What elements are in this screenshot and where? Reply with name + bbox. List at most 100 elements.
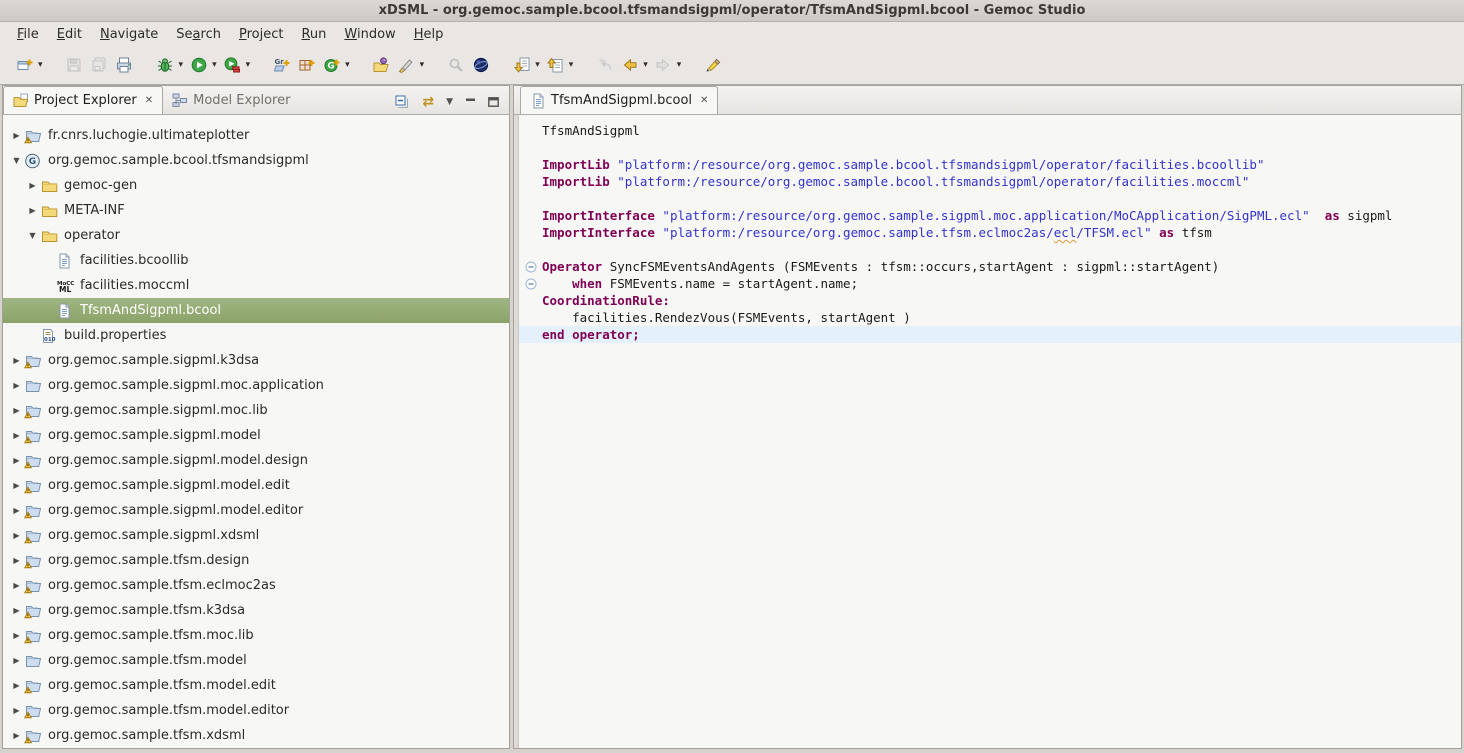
expander-collapsed-icon[interactable]: ▶	[9, 531, 24, 540]
expander-collapsed-icon[interactable]: ▶	[9, 356, 24, 365]
expander-collapsed-icon[interactable]: ▶	[9, 731, 24, 740]
back-dropdown-icon[interactable]: ▾	[643, 60, 648, 70]
debug-dropdown-icon[interactable]: ▾	[179, 60, 184, 70]
menu-navigate[interactable]: Navigate	[91, 25, 167, 44]
close-icon[interactable]: ✕	[145, 95, 153, 106]
maximize-icon[interactable]	[488, 97, 499, 107]
view-tab-project-explorer[interactable]: Project Explorer✕	[3, 86, 163, 114]
menu-search[interactable]: Search	[167, 25, 230, 44]
expander-collapsed-icon[interactable]: ▶	[25, 206, 40, 215]
expander-collapsed-icon[interactable]: ▶	[25, 181, 40, 190]
tree-item[interactable]: ▶org.gemoc.sample.tfsm.eclmoc2as	[3, 573, 509, 598]
expander-collapsed-icon[interactable]: ▶	[9, 631, 24, 640]
tree-item[interactable]: ▶gemoc-gen	[3, 173, 509, 198]
tree-item[interactable]: ▶org.gemoc.sample.sigpml.moc.lib	[3, 398, 509, 423]
previous-annotation-dropdown-icon[interactable]: ▾	[569, 60, 574, 70]
expander-collapsed-icon[interactable]: ▶	[9, 506, 24, 515]
editor-tab-tfsmandsigpml-bcool[interactable]: TfsmAndSigpml.bcool ✕	[520, 86, 718, 114]
tree-item[interactable]: ▶org.gemoc.sample.sigpml.xdsml	[3, 523, 509, 548]
code-line[interactable]: end operator;	[514, 326, 1461, 343]
code-line[interactable]: ImportInterface "platform:/resource/org.…	[514, 224, 1461, 241]
tree-item[interactable]: ▶org.gemoc.sample.sigpml.model.edit	[3, 473, 509, 498]
fold-collapse-icon[interactable]	[523, 258, 538, 275]
expander-collapsed-icon[interactable]: ▶	[9, 381, 24, 390]
code-line[interactable]: facilities.RendezVous(FSMEvents, startAg…	[514, 309, 1461, 326]
link-with-editor-icon[interactable]: ⇄	[422, 96, 434, 108]
print-button[interactable]	[112, 53, 137, 77]
menu-edit[interactable]: Edit	[48, 25, 91, 44]
expander-collapsed-icon[interactable]: ▶	[9, 431, 24, 440]
tree-item[interactable]: ▶org.gemoc.sample.sigpml.moc.application	[3, 373, 509, 398]
tree-item[interactable]: ▶fr.cnrs.luchogie.ultimateplotter	[3, 123, 509, 148]
new-gemoc-element-dropdown-icon[interactable]: ▾	[345, 60, 350, 70]
next-annotation-button[interactable]	[509, 53, 534, 77]
menu-help[interactable]: Help	[405, 25, 453, 44]
view-tab-model-explorer[interactable]: Model Explorer	[163, 86, 299, 114]
expander-expanded-icon[interactable]: ▼	[25, 231, 40, 240]
expander-collapsed-icon[interactable]: ▶	[9, 706, 24, 715]
tree-item[interactable]: ▶org.gemoc.sample.tfsm.model.editor	[3, 698, 509, 723]
expander-collapsed-icon[interactable]: ▶	[9, 456, 24, 465]
expander-collapsed-icon[interactable]: ▶	[9, 406, 24, 415]
tree-item[interactable]: ▼Gorg.gemoc.sample.bcool.tfsmandsigpml	[3, 148, 509, 173]
new-table-button[interactable]	[294, 53, 319, 77]
minimize-icon[interactable]	[465, 97, 476, 107]
open-model-button[interactable]	[369, 53, 394, 77]
code-line[interactable]: TfsmAndSigpml	[514, 122, 1461, 139]
debug-button[interactable]	[153, 53, 178, 77]
expander-collapsed-icon[interactable]: ▶	[9, 581, 24, 590]
run-dropdown-icon[interactable]: ▾	[212, 60, 217, 70]
menu-project[interactable]: Project	[230, 25, 293, 44]
tree-item[interactable]: ▶org.gemoc.sample.tfsm.k3dsa	[3, 598, 509, 623]
tree-item[interactable]: facilities.bcoollib	[3, 248, 509, 273]
tree-item[interactable]: ▶org.gemoc.sample.sigpml.model	[3, 423, 509, 448]
close-icon[interactable]: ✕	[700, 95, 708, 106]
tree-item[interactable]: ▶org.gemoc.sample.tfsm.design	[3, 548, 509, 573]
tree-item[interactable]: MoCCMLfacilities.moccml	[3, 273, 509, 298]
tree-item[interactable]: ▼operator	[3, 223, 509, 248]
window-titlebar[interactable]: xDSML - org.gemoc.sample.bcool.tfsmandsi…	[0, 0, 1464, 22]
menu-file[interactable]: File	[8, 25, 48, 44]
expander-collapsed-icon[interactable]: ▶	[9, 656, 24, 665]
previous-annotation-button[interactable]	[543, 53, 568, 77]
apply-style-button[interactable]	[394, 53, 419, 77]
menu-window[interactable]: Window	[335, 25, 404, 44]
tree-item[interactable]: ▶org.gemoc.sample.tfsm.model.edit	[3, 673, 509, 698]
tree-item[interactable]: TfsmAndSigpml.bcool	[3, 298, 509, 323]
tree-item[interactable]: ▶org.gemoc.sample.sigpml.model.editor	[3, 498, 509, 523]
expander-collapsed-icon[interactable]: ▶	[9, 556, 24, 565]
run-button[interactable]	[186, 53, 211, 77]
new-gemoc-element-button[interactable]: G	[319, 53, 344, 77]
menu-run[interactable]: Run	[292, 25, 335, 44]
code-line[interactable]: CoordinationRule:	[514, 292, 1461, 309]
expander-collapsed-icon[interactable]: ▶	[9, 481, 24, 490]
code-line[interactable]: Operator SyncFSMEventsAndAgents (FSMEven…	[514, 258, 1461, 275]
expander-collapsed-icon[interactable]: ▶	[9, 606, 24, 615]
external-tools-dropdown-icon[interactable]: ▾	[246, 60, 251, 70]
code-line[interactable]: when FSMEvents.name = startAgent.name;	[514, 275, 1461, 292]
code-line[interactable]: ImportInterface "platform:/resource/org.…	[514, 207, 1461, 224]
tree-item[interactable]: ▶org.gemoc.sample.tfsm.xdsml	[3, 723, 509, 748]
tree-item[interactable]: ▶org.gemoc.sample.sigpml.model.design	[3, 448, 509, 473]
tree-item[interactable]: ▶org.gemoc.sample.tfsm.model	[3, 648, 509, 673]
mark-occurrences-button[interactable]	[700, 53, 725, 77]
new-wizard-dropdown-icon[interactable]: ▾	[38, 60, 43, 70]
expander-collapsed-icon[interactable]: ▶	[9, 131, 24, 140]
tree-item[interactable]: ▶org.gemoc.sample.tfsm.moc.lib	[3, 623, 509, 648]
code-line[interactable]: ImportLib "platform:/resource/org.gemoc.…	[514, 173, 1461, 190]
collapse-all-icon[interactable]	[394, 94, 410, 109]
back-button[interactable]	[617, 53, 642, 77]
view-menu-icon[interactable]: ▼	[446, 97, 453, 107]
new-wizard-button[interactable]	[12, 53, 37, 77]
code-line[interactable]	[514, 241, 1461, 258]
next-annotation-dropdown-icon[interactable]: ▾	[535, 60, 540, 70]
open-web-browser-button[interactable]	[468, 53, 493, 77]
tree-item[interactable]: ▶org.gemoc.sample.sigpml.k3dsa	[3, 348, 509, 373]
code-editor[interactable]: TfsmAndSigpml ImportLib "platform:/resou…	[514, 115, 1461, 748]
tree-item[interactable]: 010build.properties	[3, 323, 509, 348]
new-graphical-representation-button[interactable]: Gr	[269, 53, 294, 77]
code-line[interactable]: ImportLib "platform:/resource/org.gemoc.…	[514, 156, 1461, 173]
code-line[interactable]	[514, 139, 1461, 156]
code-line[interactable]	[514, 190, 1461, 207]
external-tools-button[interactable]	[220, 53, 245, 77]
